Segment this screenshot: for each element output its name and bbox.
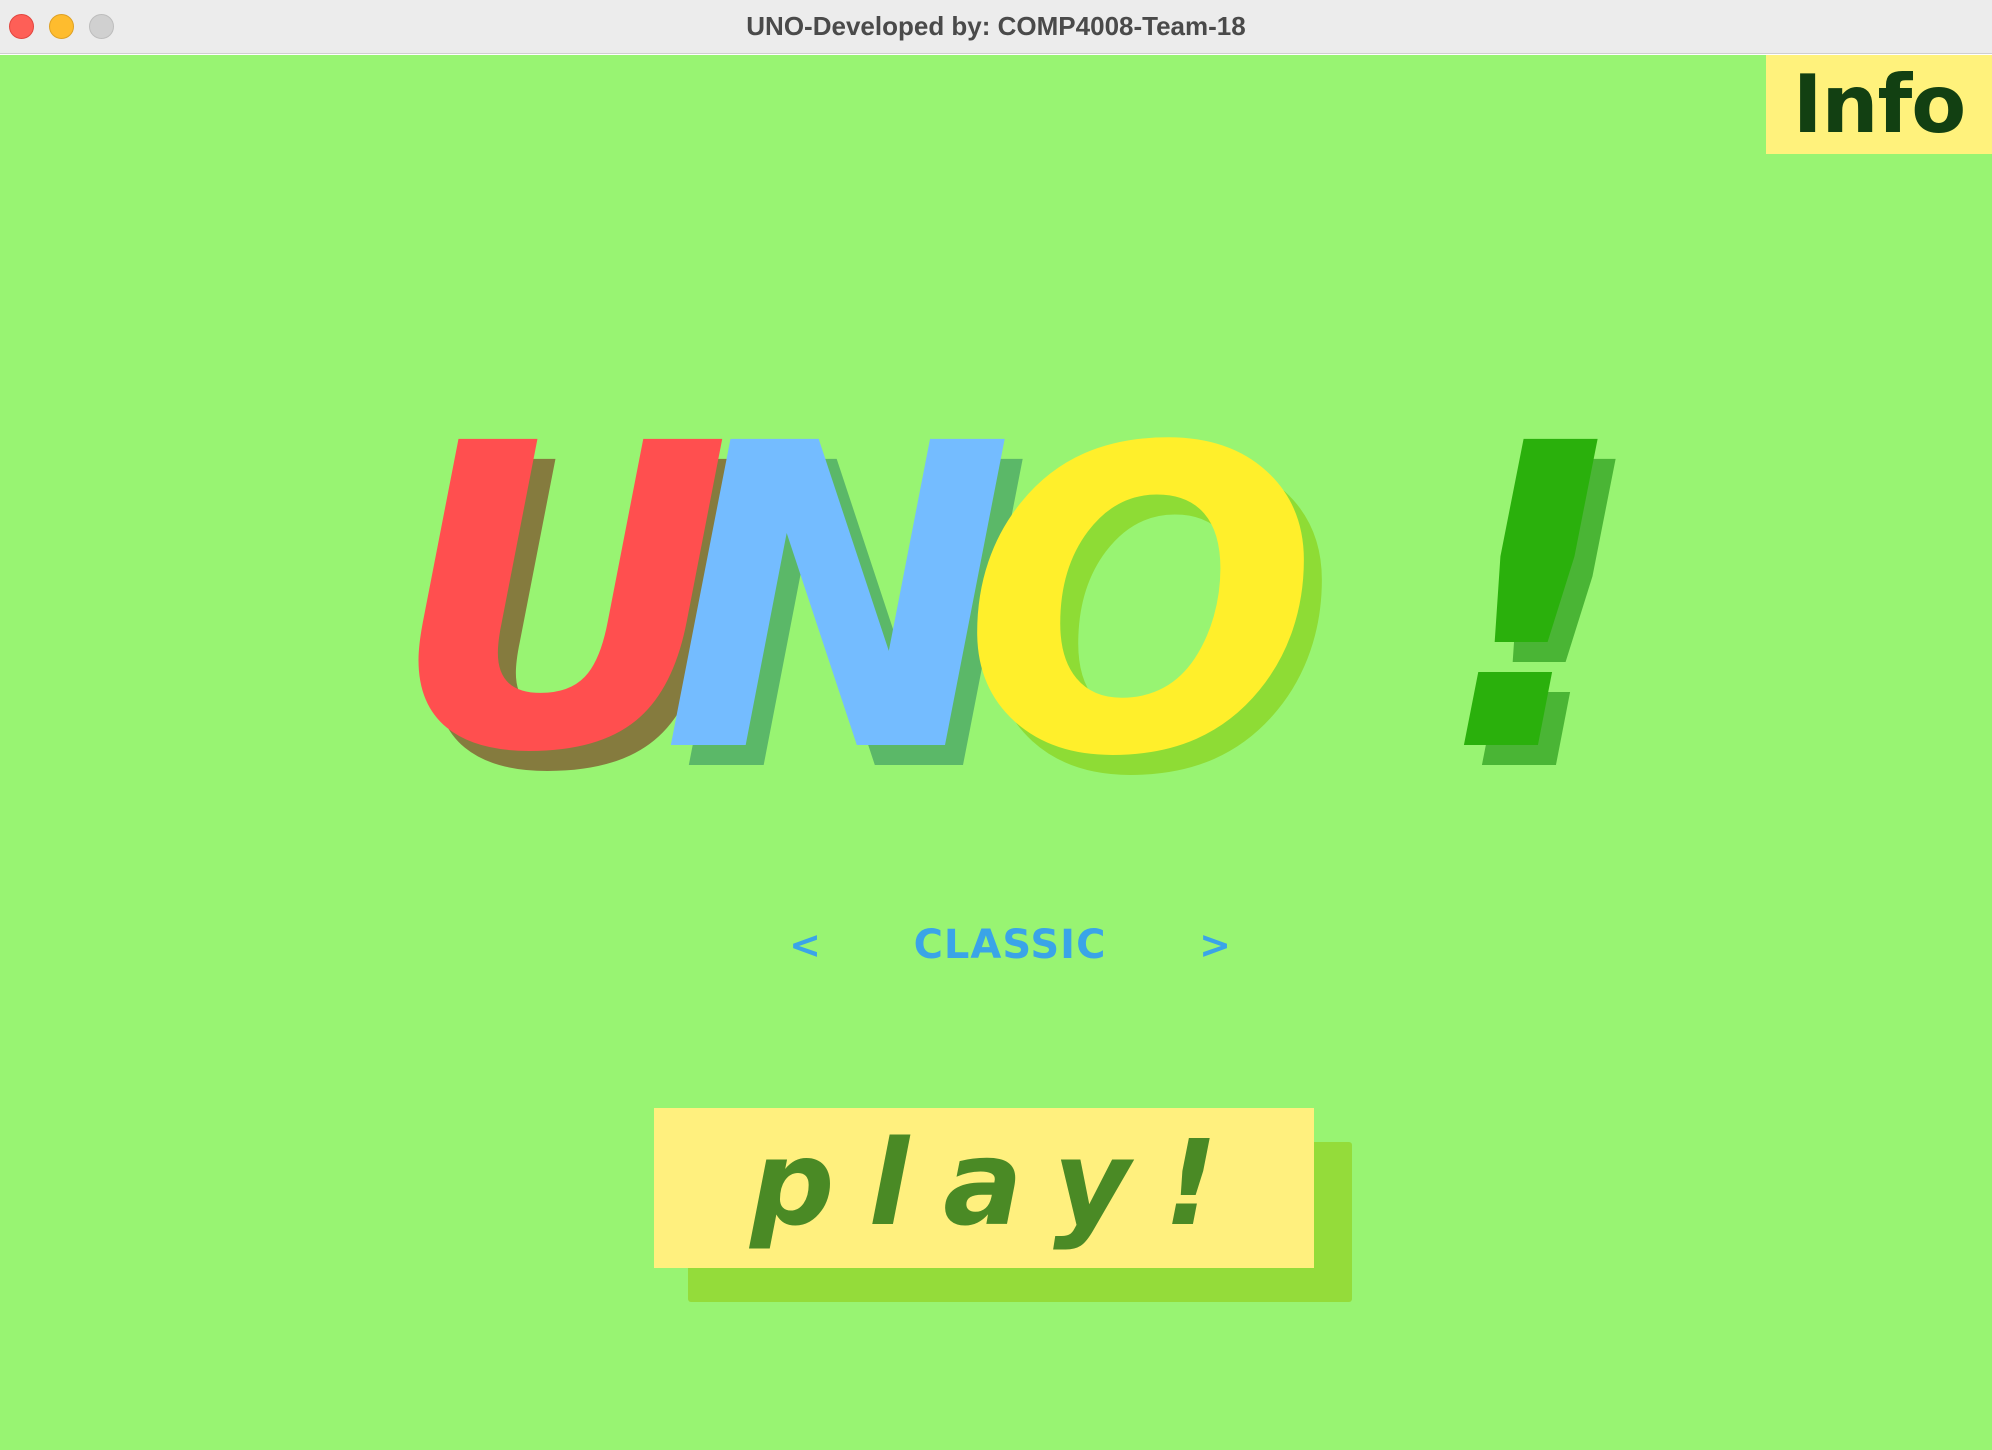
game-mode-selector: < CLASSIC >	[780, 910, 1240, 980]
uno-logo: U N O ! U N O !	[390, 365, 1650, 825]
logo-letter-o: O	[962, 365, 1319, 825]
play-button[interactable]: play!	[654, 1108, 1314, 1268]
play-button-group: play!	[654, 1108, 1354, 1304]
info-button[interactable]: Info	[1766, 55, 1992, 154]
window-title: UNO-Developed by: COMP4008-Team-18	[746, 11, 1246, 41]
game-mode-label: CLASSIC	[913, 922, 1107, 968]
logo-letter-exclaim: !	[1435, 365, 1627, 825]
chevron-left-icon[interactable]: <	[780, 910, 830, 980]
chevron-right-icon[interactable]: >	[1190, 910, 1240, 980]
logo-letter-n: N	[662, 365, 1014, 825]
uno-logo-graphic: U N O ! U N O !	[390, 365, 1645, 825]
app-window: UNO-Developed by: COMP4008-Team-18 Info …	[0, 0, 1992, 1450]
game-screen: Info U N O ! U N O ! < CLASSIC > play!	[0, 55, 1992, 1450]
title-bar: UNO-Developed by: COMP4008-Team-18	[0, 0, 1992, 54]
